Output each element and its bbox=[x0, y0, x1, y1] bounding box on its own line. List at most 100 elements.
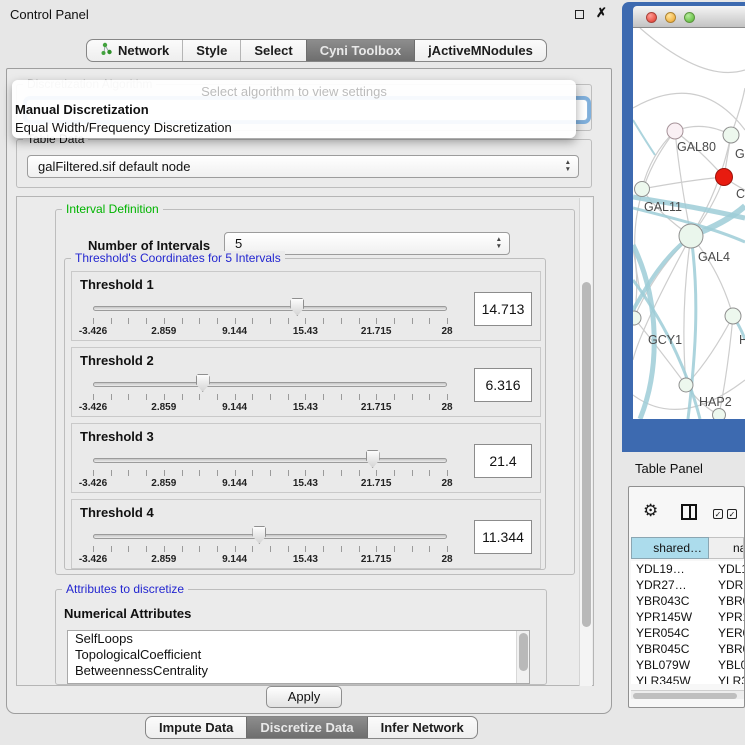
tab-cyni-toolbox[interactable]: Cyni Toolbox bbox=[306, 40, 414, 61]
tab-network[interactable]: Network bbox=[87, 40, 182, 61]
network-node-gcy1[interactable] bbox=[633, 311, 641, 325]
slider-tick bbox=[270, 394, 271, 400]
apply-button[interactable]: Apply bbox=[266, 686, 342, 708]
slider-track[interactable] bbox=[93, 534, 447, 539]
checkbox-icon[interactable]: ✓ bbox=[713, 509, 723, 519]
checkbox-icon[interactable]: ✓ bbox=[727, 509, 737, 519]
network-edge-highlighted[interactable] bbox=[633, 120, 655, 155]
slider-track[interactable] bbox=[93, 458, 447, 463]
thresholds-group: Threshold's Coordinates for 5 Intervals … bbox=[64, 258, 546, 570]
table-row[interactable]: YBR043CYBR0 bbox=[631, 593, 744, 609]
zoom-traffic-light-icon[interactable] bbox=[684, 12, 695, 23]
network-window-titlebar[interactable] bbox=[633, 6, 745, 28]
table-row[interactable]: YDL19…YDL1 bbox=[631, 561, 744, 577]
bottom-tab-impute-data[interactable]: Impute Data bbox=[146, 717, 246, 738]
table-row[interactable]: YBR045CYBR0 bbox=[631, 641, 744, 657]
network-edge[interactable] bbox=[633, 93, 745, 130]
minimize-traffic-light-icon[interactable] bbox=[665, 12, 676, 23]
slider-handle[interactable] bbox=[252, 526, 266, 544]
threshold-value-field[interactable]: 14.713 bbox=[474, 292, 532, 326]
slider-tick bbox=[412, 470, 413, 476]
table-row[interactable]: YDR27…YDR2 bbox=[631, 577, 744, 593]
column-split-icon[interactable] bbox=[681, 504, 697, 520]
threshold-row: Threshold 4-3.4262.8599.14415.4321.71528… bbox=[71, 499, 541, 569]
network-edge[interactable] bbox=[675, 131, 724, 177]
slider-track[interactable] bbox=[93, 382, 447, 387]
network-node-gal80[interactable] bbox=[667, 123, 683, 139]
slider-tick bbox=[323, 318, 324, 324]
vertical-scrollbar[interactable] bbox=[579, 198, 592, 686]
threshold-value-field[interactable]: 21.4 bbox=[474, 444, 532, 478]
vertical-scrollbar-thumb[interactable] bbox=[582, 282, 591, 627]
network-edge[interactable] bbox=[684, 236, 691, 385]
interval-definition-group: Interval Definition Number of Intervals … bbox=[55, 209, 575, 575]
table-data-combobox[interactable]: galFiltered.sif default node ▲▼ bbox=[27, 155, 579, 178]
slider-handle[interactable] bbox=[290, 298, 304, 316]
slider-tick bbox=[270, 470, 271, 476]
column-header-name[interactable]: na bbox=[709, 537, 744, 559]
slider-track[interactable] bbox=[93, 306, 447, 311]
network-node[interactable] bbox=[713, 409, 726, 420]
table-row[interactable]: YPR145WYPR1 bbox=[631, 609, 744, 625]
attribute-list-item[interactable]: BetweennessCentrality bbox=[68, 663, 529, 679]
network-edge[interactable] bbox=[642, 131, 675, 189]
algorithm-option-manual[interactable]: Manual Discretization bbox=[12, 101, 576, 119]
attribute-list-item[interactable]: TopologicalCoefficient bbox=[68, 647, 529, 663]
horizontal-scrollbar-thumb[interactable] bbox=[633, 693, 737, 699]
threshold-value-field[interactable]: 11.344 bbox=[474, 520, 532, 554]
network-node-h[interactable] bbox=[725, 308, 741, 324]
bottom-tab-discretize-data[interactable]: Discretize Data bbox=[246, 717, 366, 738]
bottom-tab-label: Impute Data bbox=[159, 720, 233, 735]
slider-tick bbox=[93, 318, 94, 324]
network-edge[interactable] bbox=[634, 236, 691, 318]
slider-tick bbox=[164, 546, 165, 552]
slider-tick bbox=[429, 546, 430, 552]
algorithm-popup-prompt: Select algorithm to view settings bbox=[12, 83, 576, 101]
network-node-gal11[interactable] bbox=[635, 182, 650, 197]
slider-tick-label: 15.43 bbox=[293, 478, 318, 489]
network-node-c[interactable] bbox=[716, 169, 733, 186]
network-node-ga[interactable] bbox=[723, 127, 739, 143]
slider-handle[interactable] bbox=[366, 450, 380, 468]
threshold-value-field[interactable]: 6.316 bbox=[474, 368, 532, 402]
list-scrollbar[interactable] bbox=[516, 631, 529, 683]
close-icon[interactable]: ✗ bbox=[595, 6, 608, 19]
slider-tick bbox=[217, 546, 218, 552]
algorithm-popup: Select algorithm to view settings Manual… bbox=[12, 80, 576, 138]
attribute-list-item[interactable]: SelfLoops bbox=[68, 631, 529, 647]
close-traffic-light-icon[interactable] bbox=[646, 12, 657, 23]
gear-icon[interactable]: ⚙ bbox=[643, 502, 658, 519]
slider-handle[interactable] bbox=[196, 374, 210, 392]
float-window-icon[interactable] bbox=[575, 10, 584, 19]
slider-tick bbox=[146, 318, 147, 324]
network-view-window: GAL80GACGAL11GAL4GCY1HHAP2 bbox=[622, 2, 745, 452]
tab-style[interactable]: Style bbox=[182, 40, 240, 61]
table-row[interactable]: YLR345WYLR3 bbox=[631, 673, 744, 684]
numerical-attributes-list[interactable]: SelfLoopsTopologicalCoefficientBetweenne… bbox=[67, 630, 530, 684]
network-canvas[interactable]: GAL80GACGAL11GAL4GCY1HHAP2 bbox=[633, 28, 745, 419]
network-edge[interactable] bbox=[634, 318, 686, 385]
bottom-tab-infer-network[interactable]: Infer Network bbox=[367, 717, 477, 738]
settings-scroll-area: Interval Definition Number of Intervals … bbox=[16, 196, 594, 686]
slider-tick bbox=[111, 470, 112, 476]
table-row[interactable]: YER054CYER0 bbox=[631, 625, 744, 641]
cell-shared-name: YDL19… bbox=[631, 561, 709, 577]
network-node-hap2[interactable] bbox=[679, 378, 693, 392]
slider-tick bbox=[93, 546, 94, 552]
horizontal-scrollbar[interactable] bbox=[631, 690, 744, 699]
tab-select[interactable]: Select bbox=[240, 40, 305, 61]
stepper-arrows-icon[interactable]: ▲▼ bbox=[496, 237, 502, 250]
column-header-shared-name[interactable]: shared… bbox=[631, 537, 709, 559]
network-edge[interactable] bbox=[640, 28, 745, 72]
slider-tick bbox=[235, 470, 236, 476]
list-scrollbar-thumb[interactable] bbox=[519, 633, 528, 671]
slider-tick bbox=[359, 394, 360, 400]
slider-tick bbox=[93, 394, 94, 400]
slider-tick bbox=[288, 318, 289, 324]
stepper-arrows-icon[interactable]: ▲▼ bbox=[565, 160, 571, 173]
table-row[interactable]: YBL079WYBL0 bbox=[631, 657, 744, 673]
network-edge[interactable] bbox=[642, 177, 724, 189]
algorithm-option-equal-width[interactable]: Equal Width/Frequency Discretization bbox=[12, 119, 576, 137]
network-node-gal4[interactable] bbox=[679, 224, 703, 248]
tab-jactivemnodules[interactable]: jActiveMNodules bbox=[414, 40, 546, 61]
